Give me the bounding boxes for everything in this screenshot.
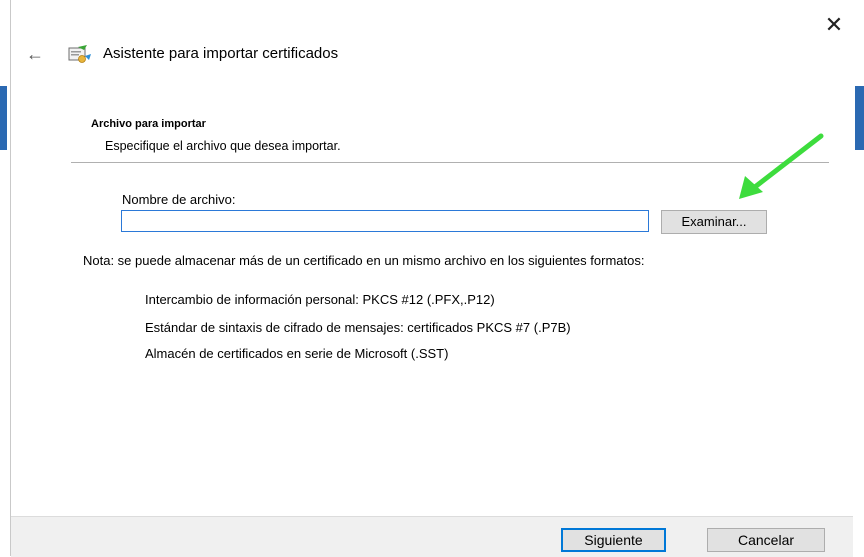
file-name-input[interactable] <box>121 210 649 232</box>
section-title: Archivo para importar <box>91 118 206 130</box>
browse-button[interactable]: Examinar... <box>661 210 767 234</box>
format-item: Almacén de certificados en serie de Micr… <box>145 346 449 361</box>
background-window-right <box>852 0 864 556</box>
cancel-button[interactable]: Cancelar <box>707 528 825 552</box>
annotation-arrow-icon <box>739 133 824 199</box>
divider <box>71 162 829 163</box>
wizard-footer: Siguiente Cancelar <box>11 516 853 557</box>
format-item: Estándar de sintaxis de cifrado de mensa… <box>145 320 571 335</box>
background-window-accent <box>855 86 864 150</box>
note-text: Nota: se puede almacenar más de un certi… <box>83 253 645 268</box>
next-button[interactable]: Siguiente <box>561 528 666 552</box>
certificate-import-wizard-dialog: ✕ ← Asistente para importar certificados… <box>10 0 853 557</box>
back-arrow-icon[interactable]: ← <box>23 42 47 66</box>
background-window-accent <box>0 86 7 150</box>
section-subtitle: Especifique el archivo que desea importa… <box>105 139 341 153</box>
wizard-title: Asistente para importar certificados <box>103 45 339 62</box>
certificate-wizard-icon <box>68 45 91 63</box>
format-item: Intercambio de información personal: PKC… <box>145 292 495 307</box>
close-icon[interactable]: ✕ <box>821 12 847 38</box>
file-name-label: Nombre de archivo: <box>122 192 236 207</box>
background-window-left <box>0 0 10 556</box>
